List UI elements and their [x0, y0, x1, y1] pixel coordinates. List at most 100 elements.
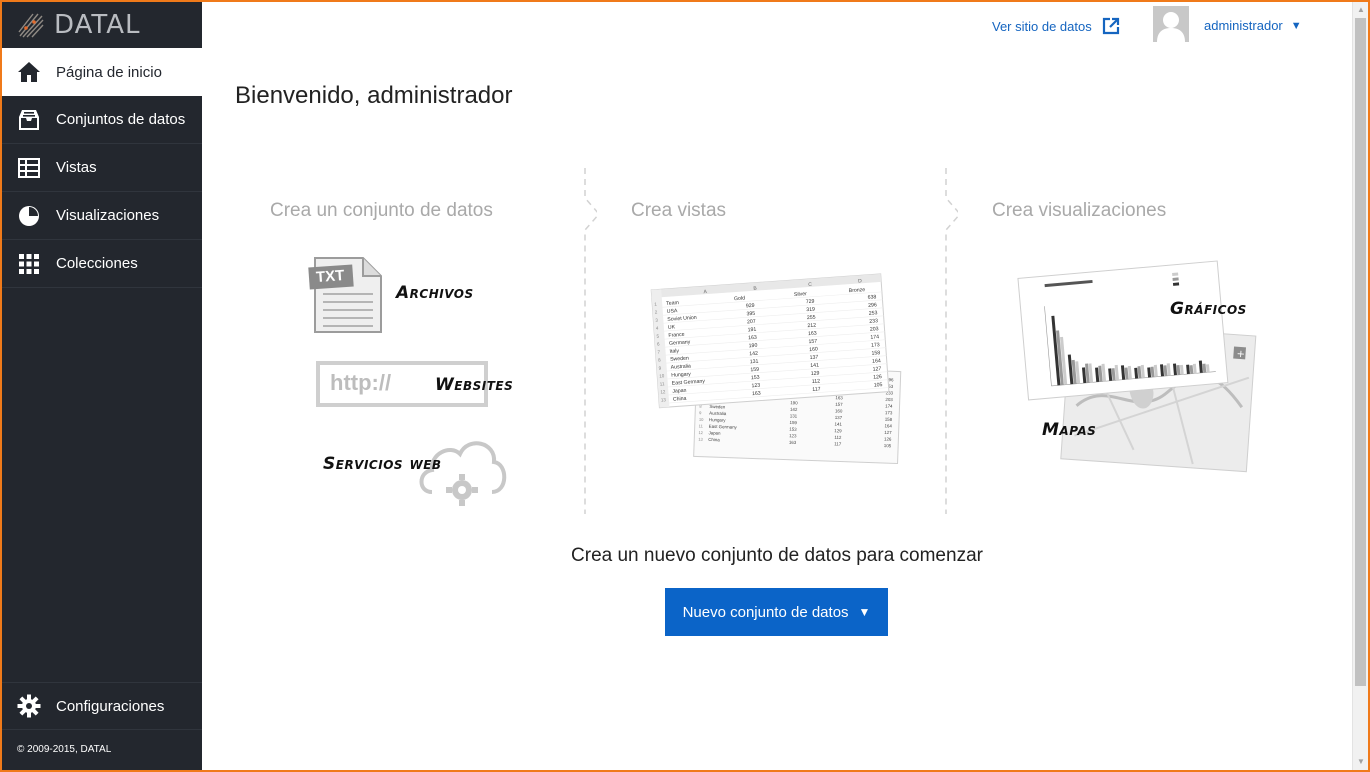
sheet-cell: Japan	[708, 430, 721, 435]
scroll-up-icon[interactable]: ▲	[1353, 2, 1368, 18]
sheet-cell: 117	[834, 441, 842, 446]
scrollbar[interactable]: ▲ ▼	[1352, 2, 1368, 770]
gear-icon	[17, 694, 41, 718]
sidebar-item-label: Configuraciones	[56, 697, 165, 715]
sheet-row-number: 12	[660, 389, 666, 394]
step-title-views: Crea vistas	[631, 200, 727, 221]
sheet-cell: 164	[884, 423, 892, 428]
sidebar-item-label: Conjuntos de datos	[56, 111, 186, 128]
sheet-cell: 163	[752, 391, 761, 398]
logo-mark-icon	[18, 13, 44, 38]
scroll-thumb[interactable]	[1355, 18, 1366, 686]
sidebar-item-home[interactable]: Página de inicio	[2, 48, 202, 96]
sidebar-item-label: Visualizaciones	[56, 207, 160, 224]
sheet-cell: Bronze	[849, 287, 866, 294]
sheet-cell: 729	[806, 299, 815, 306]
sheet-cell: 163	[748, 335, 757, 342]
sheet-cell: Sweden	[709, 404, 726, 410]
scroll-down-icon[interactable]: ▼	[1353, 754, 1368, 770]
step-divider	[584, 168, 597, 514]
sheet-cell: 142	[790, 407, 798, 412]
sheet-cell: 129	[834, 428, 842, 433]
sheet-cell: East Germany	[709, 424, 738, 430]
sheet-cell: Team	[666, 300, 679, 307]
sheet-cell: 212	[807, 323, 816, 330]
sheet-cell: 163	[835, 395, 843, 400]
sheet-cell: 160	[809, 346, 818, 353]
txt-file-icon	[308, 257, 382, 333]
sheet-cell: 173	[871, 342, 880, 349]
sheet-cell: 159	[789, 420, 797, 425]
sheet-cell: 159	[750, 367, 759, 374]
step-title-datasets: Crea un conjunto de datos	[270, 200, 493, 221]
sidebar-item-label: Vistas	[56, 159, 97, 176]
sheet-cell: 126	[884, 436, 892, 441]
user-icon	[1157, 12, 1185, 42]
sheet-cell: China	[708, 437, 720, 442]
user-menu[interactable]: administrador ▼	[1204, 18, 1302, 33]
sidebar-item-settings[interactable]: Configuraciones	[2, 682, 202, 730]
sheet-cell: Japan	[672, 388, 687, 395]
chevron-down-icon: ▼	[1290, 19, 1302, 32]
grid-icon	[17, 252, 41, 276]
app-logo[interactable]: DATAL	[2, 2, 202, 48]
sidebar: DATAL Página de inicio Conjuntos de dato…	[2, 2, 202, 770]
view-data-site-link[interactable]: Ver sitio de datos	[992, 17, 1120, 35]
sheet-cell: 190	[749, 343, 758, 350]
chevron-down-icon: ▼	[858, 605, 871, 619]
sidebar-item-views[interactable]: Vistas	[2, 144, 202, 192]
sheet-cell: 163	[808, 331, 817, 338]
sheet-row-number: 11	[660, 381, 666, 386]
sheet-cell: 126	[873, 374, 882, 381]
sheet-cell: 929	[746, 303, 755, 310]
sheet-cell: 105	[884, 443, 892, 448]
sheet-cell: 127	[884, 430, 892, 435]
cta-text: Crea un nuevo conjunto de datos para com…	[571, 545, 983, 566]
sheet-row-number: 13	[661, 397, 667, 402]
sidebar-item-label: Página de inicio	[56, 63, 162, 81]
home-icon	[17, 60, 41, 84]
webservices-label: Servicios web	[323, 454, 442, 474]
sidebar-item-visualizations[interactable]: Visualizaciones	[2, 192, 202, 240]
sheet-cell: 255	[807, 315, 816, 322]
sheet-cell: 157	[835, 402, 843, 407]
table-icon	[17, 156, 41, 180]
sheet-cell: Gold	[734, 295, 745, 302]
step-title-visualizations: Crea visualizaciones	[992, 200, 1167, 221]
sheet-cell: 233	[869, 318, 878, 325]
maps-label: Mapas	[1042, 420, 1097, 440]
app-window: DATAL Página de inicio Conjuntos de dato…	[0, 0, 1370, 772]
sheet-cell: 163	[789, 440, 797, 445]
sheet-cell: France	[668, 332, 685, 339]
copyright: © 2009-2015, DATAL	[17, 744, 112, 755]
new-dataset-button[interactable]: Nuevo conjunto de datos ▼	[665, 588, 888, 636]
sheet-cell: 190	[790, 400, 798, 405]
logo-text: DATAL	[54, 10, 141, 40]
sidebar-item-datasets[interactable]: Conjuntos de datos	[2, 96, 202, 144]
sheet-cell: 153	[789, 427, 797, 432]
avatar[interactable]	[1153, 6, 1189, 42]
sheet-cell: 395	[746, 311, 755, 318]
url-text: http://	[330, 370, 392, 395]
sheet-cell: 141	[810, 362, 819, 369]
sheet-cell: 191	[747, 327, 756, 334]
sheet-cell: 137	[835, 415, 843, 420]
sheet-cell: 203	[870, 326, 879, 333]
pie-chart-icon	[17, 204, 41, 228]
sheet-cell: 112	[834, 435, 842, 440]
new-dataset-button-label: Nuevo conjunto de datos	[682, 603, 849, 621]
sheet-row-number: 10	[659, 373, 665, 378]
sheet-cell: Italy	[669, 348, 679, 355]
sidebar-item-collections[interactable]: Colecciones	[2, 240, 202, 288]
sheet-cell: 158	[871, 350, 880, 357]
sheet-cell: 131	[750, 359, 759, 366]
sheet-cell: 112	[812, 378, 821, 385]
sheet-cell: 174	[870, 334, 879, 341]
sheet-cell: 319	[806, 307, 815, 314]
files-label: Archivos	[396, 283, 474, 303]
svg-text:+: +	[1236, 349, 1245, 361]
sheet-cell: USA	[667, 308, 679, 315]
sheet-cell: 142	[749, 351, 758, 358]
sheet-cell: 137	[809, 354, 818, 361]
sheet-cell: Silver	[794, 291, 808, 298]
